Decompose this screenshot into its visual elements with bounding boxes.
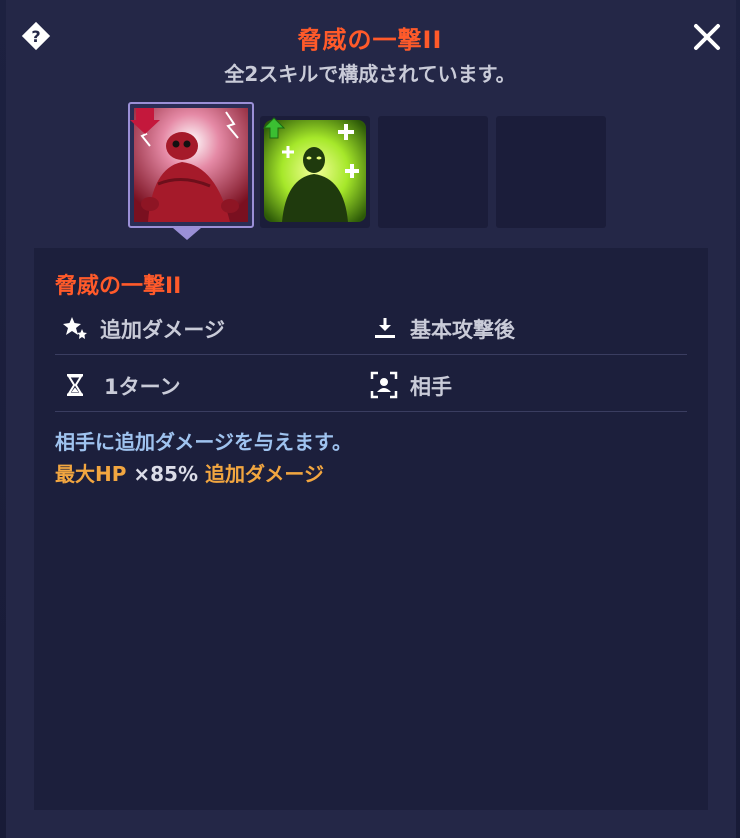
panel-subtitle: 全2スキルで構成されています。 [224, 62, 516, 86]
panel-title: 脅威の一撃II [297, 26, 443, 54]
skill-duration-text: 1ターン [104, 375, 181, 399]
effect-multiplier: ×85% [133, 462, 199, 486]
skill-target-text: 相手 [410, 375, 452, 399]
skill-type-text: 追加ダメージ [100, 318, 225, 342]
hourglass-icon [62, 372, 88, 398]
skill-slot-3-empty [378, 116, 488, 228]
skill-detail-name: 脅威の一撃II [55, 274, 182, 299]
skill-slot-1[interactable] [128, 102, 254, 228]
divider [55, 411, 687, 412]
download-tray-icon [372, 315, 398, 341]
skill-slot-2[interactable] [260, 116, 370, 228]
skill-effect-line: 最大HP ×85% 追加ダメージ [55, 458, 324, 487]
effect-result: 追加ダメージ [204, 462, 324, 486]
selected-slot-indicator [173, 228, 201, 240]
green-buff-skill-icon [262, 117, 366, 222]
effect-stat: 最大HP [55, 462, 127, 486]
red-demon-skill-icon [130, 108, 248, 222]
skill-slot-4-empty [496, 116, 606, 228]
skill-description: 相手に追加ダメージを与えます。 [55, 430, 352, 454]
sparkle-damage-icon [62, 315, 88, 341]
target-person-icon [370, 371, 398, 399]
divider [55, 354, 687, 355]
skill-timing-text: 基本攻撃後 [410, 318, 515, 342]
